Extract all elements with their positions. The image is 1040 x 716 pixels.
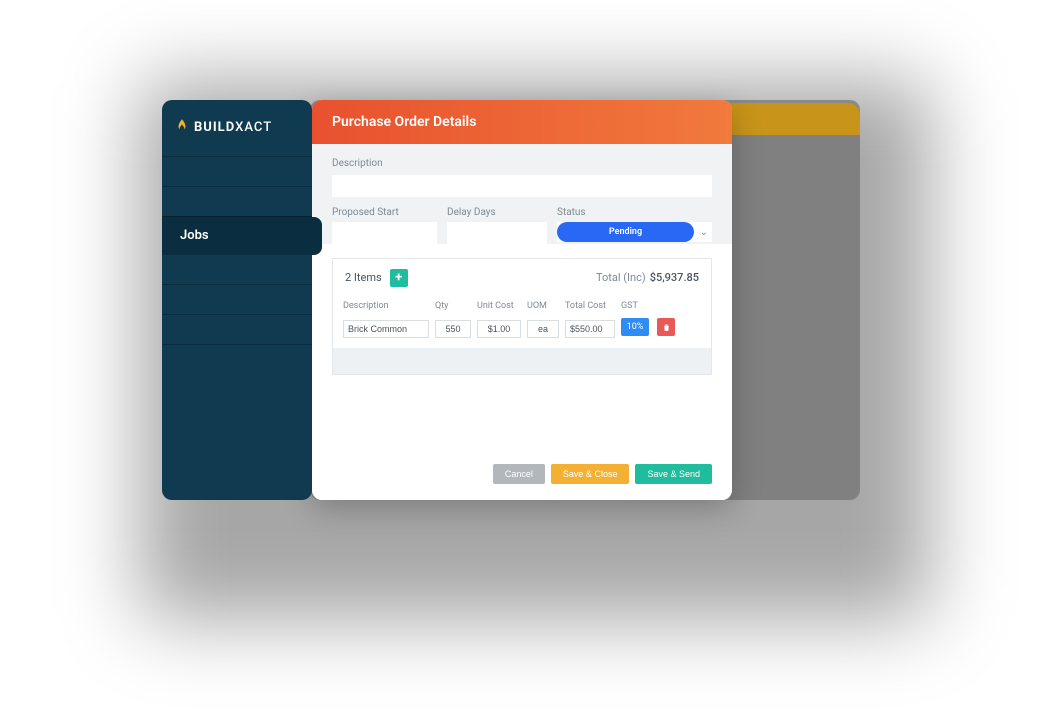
col-description: Description [343, 301, 429, 311]
brand-logo: BUILDXACT [162, 100, 312, 156]
col-qty: Qty [435, 301, 471, 311]
col-uom: UOM [527, 301, 559, 311]
status-badge: Pending [557, 222, 694, 242]
cancel-button[interactable]: Cancel [493, 464, 545, 484]
purchase-order-modal: Purchase Order Details Description Propo… [312, 100, 732, 500]
nav-item-blank-5[interactable] [162, 314, 312, 344]
modal-header: Purchase Order Details [312, 100, 732, 144]
col-gst: GST [621, 301, 651, 311]
sidebar: BUILDXACT Jobs [162, 100, 312, 500]
nav-list: Jobs [162, 156, 312, 374]
description-input[interactable] [332, 175, 712, 197]
brand-flame-icon [176, 118, 190, 136]
description-label: Description [332, 158, 712, 169]
nav-item-blank-1[interactable] [162, 156, 312, 186]
modal-title: Purchase Order Details [332, 114, 476, 130]
status-label: Status [557, 207, 712, 218]
modal-body: Description Proposed Start Delay Days St… [312, 144, 732, 244]
items-count: 2 Items [345, 271, 382, 284]
save-send-button[interactable]: Save & Send [635, 464, 712, 484]
delay-days-input[interactable] [447, 222, 547, 244]
brand-text: BUILDXACT [194, 120, 272, 135]
row-uom-input[interactable] [527, 320, 559, 338]
table-row: 10% [333, 311, 711, 348]
nav-item-blank-3[interactable] [162, 254, 312, 284]
col-total-cost: Total Cost [565, 301, 615, 311]
nav-item-blank-4[interactable] [162, 284, 312, 314]
proposed-start-input[interactable] [332, 222, 437, 244]
nav-item-label: Jobs [180, 228, 209, 243]
table-header: Description Qty Unit Cost UOM Total Cost… [333, 301, 711, 311]
modal-footer: Cancel Save & Close Save & Send [312, 452, 732, 500]
total-label: Total (Inc) [596, 271, 646, 284]
nav-item-blank-6[interactable] [162, 344, 312, 374]
trash-icon [662, 323, 671, 332]
delay-days-label: Delay Days [447, 207, 547, 218]
col-unit-cost: Unit Cost [477, 301, 521, 311]
items-panel: 2 Items + Total (Inc) $5,937.85 Descript… [332, 258, 712, 375]
nav-item-blank-2[interactable] [162, 186, 312, 216]
add-item-button[interactable]: + [390, 269, 408, 287]
row-delete-button[interactable] [657, 318, 675, 336]
proposed-start-label: Proposed Start [332, 207, 437, 218]
header-back-bar [730, 103, 860, 136]
row-total-cost-input[interactable] [565, 320, 615, 338]
window-background-right [730, 135, 860, 500]
row-qty-input[interactable] [435, 320, 471, 338]
nav-item-jobs[interactable]: Jobs [162, 216, 312, 254]
table-empty-row [333, 348, 711, 374]
total-amount: $5,937.85 [650, 271, 699, 284]
row-description-input[interactable] [343, 320, 429, 338]
row-unit-cost-input[interactable] [477, 320, 521, 338]
items-header: 2 Items + Total (Inc) $5,937.85 [333, 259, 711, 297]
save-close-button[interactable]: Save & Close [551, 464, 630, 484]
chevron-down-icon: ⌄ [700, 227, 708, 238]
modal-spacer [312, 375, 732, 431]
status-select[interactable]: Pending ⌄ [557, 222, 712, 242]
row-gst-button[interactable]: 10% [621, 318, 649, 336]
items-total: Total (Inc) $5,937.85 [596, 271, 699, 284]
